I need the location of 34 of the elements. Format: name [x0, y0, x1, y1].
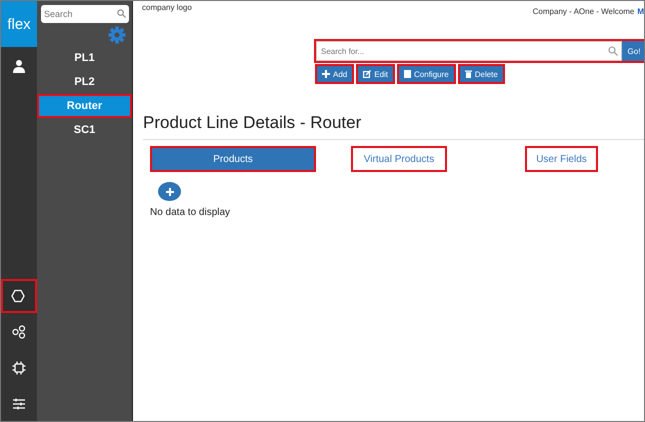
- plus-icon: [166, 188, 174, 196]
- user-name: M: [637, 7, 644, 16]
- sliders-icon: [12, 397, 26, 411]
- add-button[interactable]: Add: [316, 65, 354, 83]
- circles-icon: [12, 325, 26, 339]
- search-field[interactable]: Search: [41, 5, 129, 23]
- edit-icon: [363, 70, 372, 78]
- search-icon: [117, 8, 126, 18]
- sidebar-item[interactable]: SC1: [37, 118, 132, 142]
- chip-icon: [12, 361, 26, 375]
- document-icon: [404, 70, 412, 78]
- search-icon: [608, 46, 618, 56]
- plus-icon: [322, 70, 330, 78]
- user-icon: [12, 59, 26, 73]
- sidebar-item[interactable]: PL1: [37, 46, 132, 70]
- delete-button[interactable]: Delete: [458, 65, 504, 83]
- sidebar-item[interactable]: Router: [37, 94, 132, 118]
- hexagon-icon: [11, 289, 25, 303]
- sidebar-item[interactable]: PL2: [37, 70, 132, 94]
- trash-icon: [464, 70, 472, 78]
- company-logo-text: company logo: [142, 3, 192, 12]
- tab[interactable]: User Fields: [525, 146, 598, 172]
- tab[interactable]: Virtual Products: [351, 146, 447, 172]
- search-field[interactable]: Search for...: [316, 41, 622, 61]
- edit-button[interactable]: Edit: [357, 65, 394, 83]
- configure-button[interactable]: Configure: [398, 65, 455, 83]
- hexagon-nav-button[interactable]: [1, 279, 37, 313]
- add-button[interactable]: [158, 182, 181, 201]
- company-info: Company - AOne - Welcome: [532, 7, 634, 16]
- tab[interactable]: Products: [150, 146, 316, 172]
- go-button[interactable]: Go!: [622, 41, 644, 61]
- flex-logo: flex: [1, 1, 37, 47]
- empty-message: No data to display: [150, 207, 232, 218]
- page-title: Product Line Details - Router: [143, 113, 644, 140]
